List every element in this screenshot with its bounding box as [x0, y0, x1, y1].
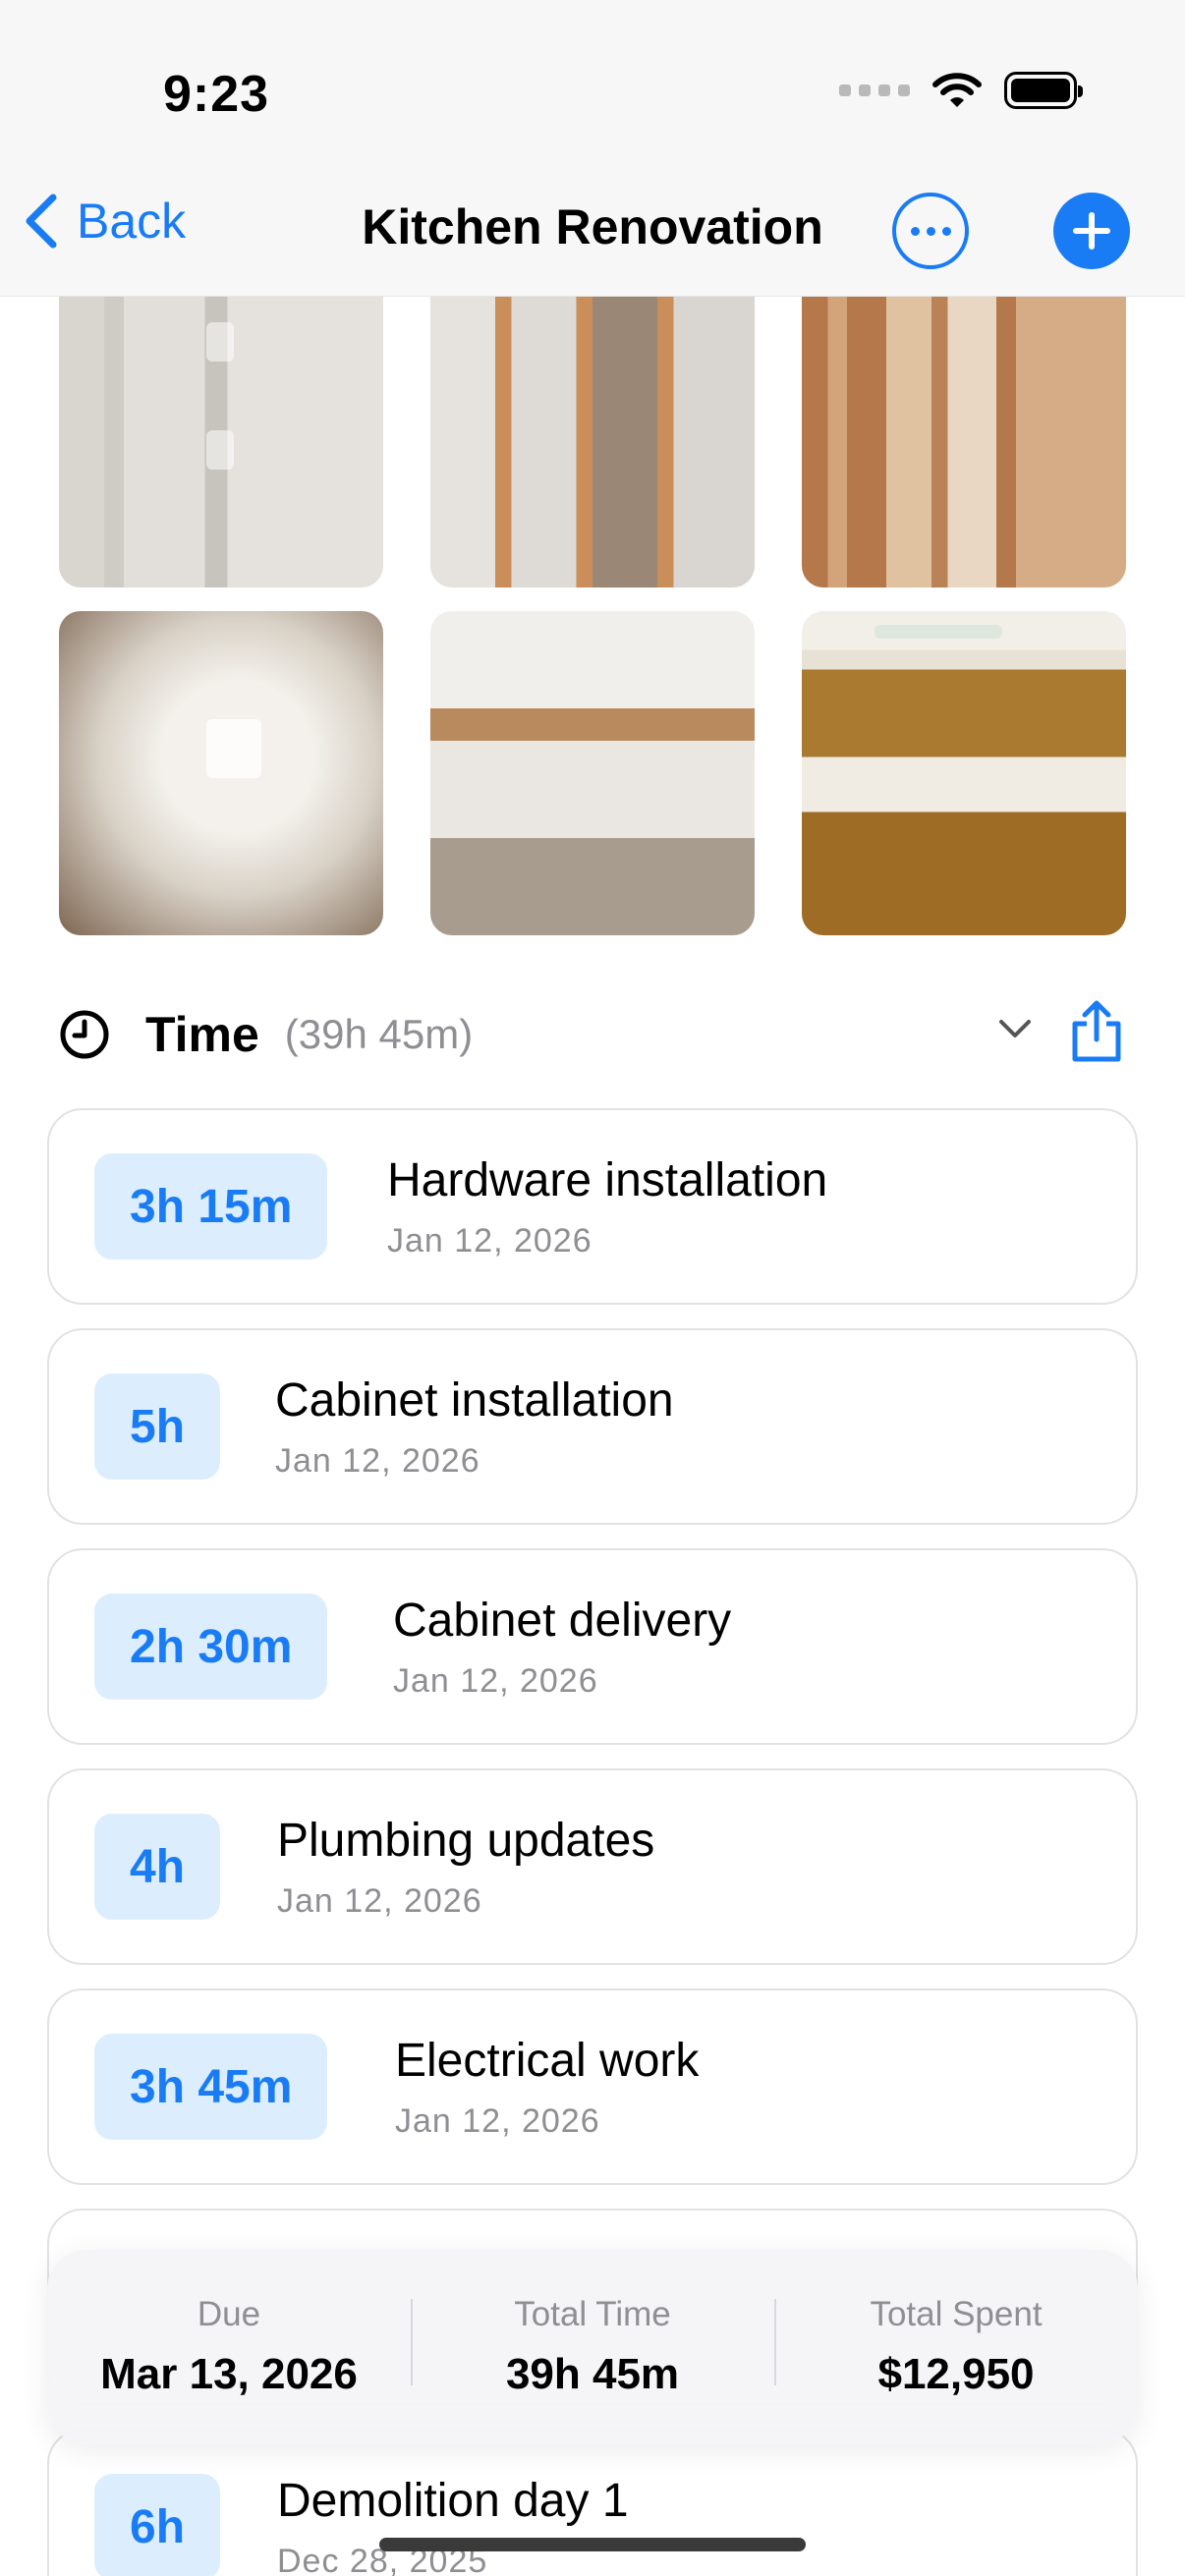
summary-total-spent: Total Spent $12,950: [774, 2295, 1138, 2399]
add-button[interactable]: [1053, 193, 1130, 269]
back-label: Back: [77, 194, 187, 249]
cellular-signal-icon: [839, 84, 910, 96]
status-time: 9:23: [163, 66, 270, 123]
share-icon[interactable]: [1067, 1000, 1126, 1065]
entry-date: Jan 12, 2026: [275, 1442, 480, 1480]
duration-badge: 5h: [94, 1373, 221, 1480]
battery-icon: [1004, 72, 1083, 109]
entry-title: Plumbing updates: [277, 1815, 655, 1867]
entry-title: Demolition day 1: [277, 2475, 629, 2527]
time-section-total: (39h 45m): [284, 1011, 474, 1057]
clock-icon: [60, 1010, 109, 1059]
time-entry-card[interactable]: 2h 30m Cabinet delivery Jan 12, 2026: [47, 1548, 1138, 1745]
time-section-header: Time (39h 45m): [59, 1000, 1130, 1069]
duration-badge: 2h 30m: [94, 1594, 328, 1700]
entry-title: Cabinet delivery: [393, 1595, 732, 1647]
time-entry-card[interactable]: 5h Cabinet installation Jan 12, 2026: [47, 1328, 1138, 1525]
plus-circle-icon: [1073, 212, 1110, 250]
total-spent-value: $12,950: [877, 2350, 1035, 2398]
wifi-icon: [932, 73, 982, 107]
top-bar: 9:23 Back Kitchen Renovation: [0, 0, 1185, 297]
more-options-button[interactable]: [892, 193, 969, 269]
summary-total-time: Total Time 39h 45m: [411, 2295, 774, 2399]
entry-title: Hardware installation: [387, 1154, 828, 1206]
project-photo[interactable]: [802, 611, 1126, 935]
entry-date: Jan 12, 2026: [387, 1222, 592, 1260]
project-photo[interactable]: [430, 263, 755, 588]
home-indicator[interactable]: [379, 2538, 806, 2551]
due-label: Due: [197, 2295, 261, 2333]
entry-title: Cabinet installation: [275, 1374, 674, 1427]
project-photo[interactable]: [59, 611, 383, 935]
chevron-down-icon[interactable]: [997, 1018, 1033, 1041]
duration-badge: 4h: [94, 1814, 221, 1920]
entry-title: Electrical work: [395, 2035, 700, 2087]
time-entry-card[interactable]: 3h 15m Hardware installation Jan 12, 202…: [47, 1108, 1138, 1305]
entry-date: Jan 12, 2026: [395, 2102, 600, 2140]
status-indicators: [839, 71, 1083, 110]
total-time-value: 39h 45m: [505, 2350, 680, 2398]
project-photo[interactable]: [430, 611, 755, 935]
summary-bar: Due Mar 13, 2026 Total Time 39h 45m Tota…: [47, 2250, 1138, 2444]
time-section-title: Time: [145, 1007, 259, 1062]
time-entry-card[interactable]: 4h Plumbing updates Jan 12, 2026: [47, 1768, 1138, 1965]
time-entry-card[interactable]: 6h Demolition day 1 Dec 28, 2025: [47, 2429, 1138, 2576]
total-spent-label: Total Spent: [870, 2295, 1043, 2333]
duration-badge: 3h 15m: [94, 1153, 328, 1260]
entry-date: Jan 12, 2026: [393, 1662, 598, 1700]
entry-date: Jan 12, 2026: [277, 1882, 482, 1920]
project-photo[interactable]: [59, 263, 383, 588]
ellipsis-circle-icon: [910, 226, 920, 236]
project-photo[interactable]: [802, 263, 1126, 588]
time-entry-card[interactable]: 3h 45m Electrical work Jan 12, 2026: [47, 1988, 1138, 2185]
duration-badge: 3h 45m: [94, 2034, 328, 2140]
due-value: Mar 13, 2026: [100, 2350, 358, 2398]
total-time-label: Total Time: [514, 2295, 671, 2333]
duration-badge: 6h: [94, 2474, 221, 2576]
chevron-left-icon: [26, 194, 57, 249]
back-button[interactable]: Back: [24, 193, 186, 250]
summary-due: Due Mar 13, 2026: [47, 2295, 411, 2399]
